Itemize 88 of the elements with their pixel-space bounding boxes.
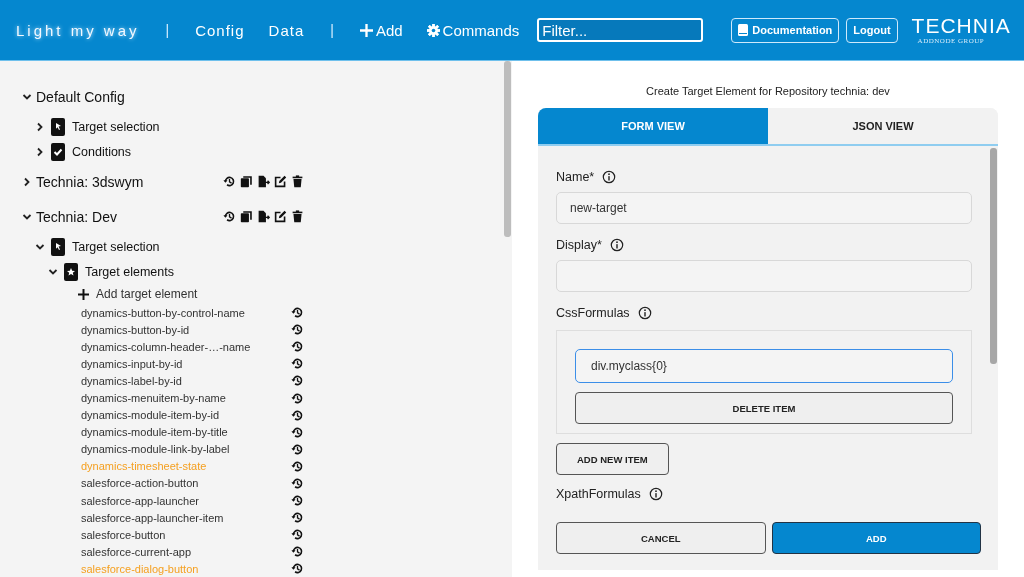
history-icon[interactable] bbox=[291, 545, 304, 559]
history-icon[interactable] bbox=[291, 340, 304, 354]
tree-node-label[interactable]: Target selection bbox=[72, 239, 160, 254]
scrollbar-thumb[interactable] bbox=[504, 61, 511, 237]
history-icon[interactable] bbox=[291, 408, 304, 422]
edit-icon[interactable] bbox=[274, 210, 287, 223]
target-element-item[interactable]: salesforce-current-app bbox=[81, 545, 192, 558]
text-field[interactable] bbox=[556, 260, 972, 292]
nav-link[interactable]: Data bbox=[268, 21, 305, 39]
formula-field[interactable]: div.myclass{0} bbox=[575, 349, 953, 383]
copy-icon[interactable] bbox=[240, 210, 253, 223]
info-icon[interactable] bbox=[637, 306, 652, 320]
history-icon[interactable] bbox=[291, 357, 304, 371]
field-label: Name* bbox=[556, 170, 595, 184]
separator: | bbox=[165, 22, 170, 38]
info-icon[interactable] bbox=[648, 487, 663, 501]
chevron-right-icon[interactable] bbox=[22, 176, 32, 187]
target-element-item[interactable]: salesforce-button bbox=[81, 528, 166, 541]
copy-icon[interactable] bbox=[240, 175, 253, 188]
info-icon[interactable] bbox=[609, 238, 624, 252]
info-icon[interactable] bbox=[602, 170, 617, 184]
trash-icon[interactable] bbox=[291, 175, 304, 188]
history-icon[interactable] bbox=[223, 210, 236, 223]
history-icon[interactable] bbox=[291, 425, 304, 439]
filter-field[interactable]: Filter... bbox=[537, 18, 704, 42]
target-element-item[interactable]: dynamics-module-item-by-id bbox=[81, 409, 220, 422]
cursor-icon bbox=[51, 237, 65, 256]
history-icon[interactable] bbox=[291, 494, 304, 508]
history-icon[interactable] bbox=[291, 477, 304, 490]
logo-wordmark: TECHNIA bbox=[911, 15, 1011, 37]
chevron-right-icon[interactable] bbox=[35, 146, 45, 157]
commands-menu-button[interactable]: Commands bbox=[426, 21, 520, 39]
field-label: Display* bbox=[556, 238, 602, 252]
target-element-item[interactable]: dynamics-button-by-id bbox=[81, 323, 190, 336]
target-element-item[interactable]: dynamics-module-link-by-label bbox=[81, 443, 230, 456]
target-element-item[interactable]: dynamics-column-header-…-name bbox=[81, 340, 251, 353]
text-field[interactable]: new-target bbox=[556, 192, 972, 224]
cursor-icon bbox=[51, 117, 65, 136]
add-target-link[interactable]: Add target element bbox=[96, 287, 198, 301]
target-element-item[interactable]: dynamics-label-by-id bbox=[81, 374, 182, 387]
target-element-item[interactable]: dynamics-button-by-control-name bbox=[81, 306, 245, 319]
trash-icon[interactable] bbox=[291, 210, 304, 223]
logout-button[interactable]: Logout bbox=[846, 17, 898, 43]
cancel-button[interactable]: CANCEL bbox=[556, 522, 766, 554]
target-element-item[interactable]: dynamics-module-item-by-title bbox=[81, 426, 228, 439]
plus-icon bbox=[359, 23, 373, 37]
add-menu-button[interactable]: Add bbox=[359, 21, 403, 39]
tree-group-label[interactable]: Technia: Dev bbox=[36, 208, 117, 225]
edit-icon[interactable] bbox=[274, 175, 287, 188]
chevron-right-icon[interactable] bbox=[35, 121, 45, 132]
gear-icon bbox=[426, 23, 440, 37]
file-export-icon[interactable] bbox=[257, 210, 270, 223]
tree-group-label[interactable]: Technia: 3dswym bbox=[36, 173, 144, 190]
form-title: Create Target Element for Repository technia: dev bbox=[646, 85, 890, 97]
tree-node-label[interactable]: Conditions bbox=[72, 144, 132, 159]
target-element-item[interactable]: dynamics-menuitem-by-name bbox=[81, 392, 226, 404]
view-tab[interactable]: FORM VIEW bbox=[538, 108, 768, 144]
history-icon[interactable] bbox=[291, 374, 304, 388]
history-icon[interactable] bbox=[291, 442, 304, 456]
target-element-item[interactable]: salesforce-app-launcher-item bbox=[81, 511, 224, 524]
target-element-item[interactable]: salesforce-action-button bbox=[81, 477, 199, 490]
add-new-item-button[interactable]: ADD NEW ITEM bbox=[556, 443, 669, 475]
nav-link[interactable]: Config bbox=[195, 21, 245, 39]
history-icon[interactable] bbox=[291, 391, 304, 405]
delete-item-button[interactable]: DELETE ITEM bbox=[575, 392, 953, 424]
history-icon[interactable] bbox=[291, 459, 304, 473]
plus-icon[interactable] bbox=[78, 288, 89, 300]
field-label: XpathFormulas bbox=[556, 487, 641, 501]
file-export-icon[interactable] bbox=[257, 175, 270, 188]
separator: | bbox=[330, 22, 334, 38]
scrollbar-thumb[interactable] bbox=[990, 148, 997, 364]
history-icon[interactable] bbox=[223, 175, 236, 188]
field-label: CssFormulas bbox=[556, 306, 630, 320]
book-icon bbox=[738, 24, 749, 36]
checkbox-icon bbox=[51, 142, 65, 161]
target-element-item[interactable]: salesforce-app-launcher bbox=[81, 494, 199, 507]
history-icon[interactable] bbox=[291, 511, 304, 525]
tree-node-label[interactable]: Target elements bbox=[85, 264, 174, 279]
app-title[interactable]: Light my way bbox=[16, 21, 140, 39]
history-icon[interactable] bbox=[291, 323, 304, 337]
target-element-item[interactable]: dynamics-input-by-id bbox=[81, 357, 183, 370]
tree-node-label[interactable]: Target selection bbox=[72, 119, 160, 134]
add-button[interactable]: ADD bbox=[771, 522, 981, 554]
history-icon[interactable] bbox=[291, 528, 304, 542]
history-icon[interactable] bbox=[291, 306, 304, 320]
history-icon[interactable] bbox=[291, 562, 304, 576]
documentation-button[interactable]: Documentation bbox=[731, 17, 840, 43]
tree-group-label[interactable]: Default Config bbox=[36, 88, 125, 105]
